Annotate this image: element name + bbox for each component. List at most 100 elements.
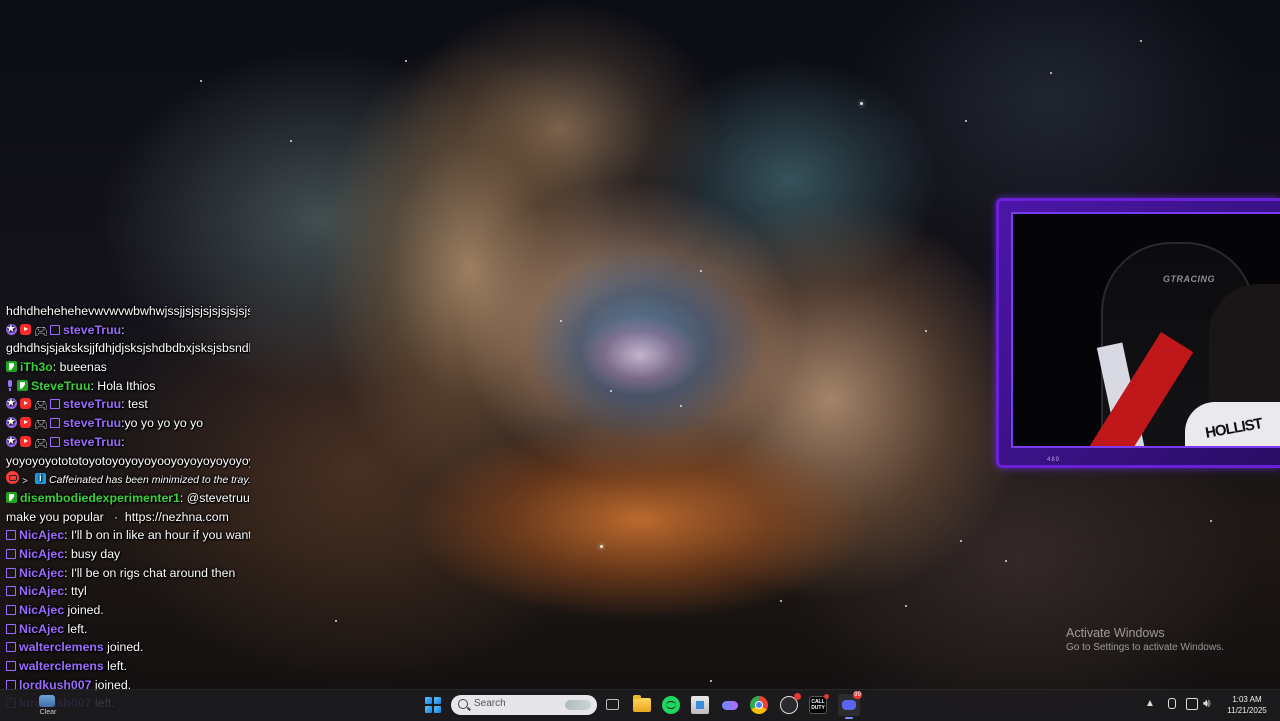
activation-title: Activate Windows (1066, 626, 1165, 640)
chrome-icon[interactable] (750, 696, 768, 714)
activation-watermark: Activate Windows Go to Settings to activ… (1066, 626, 1224, 653)
chat-message: NicAjec: busy day (6, 545, 250, 564)
twitch-badge-icon (6, 530, 16, 541)
star (680, 405, 682, 407)
chat-message: 🎮︎steveTruu: test (6, 395, 250, 414)
chat-message: NicAjec joined. (6, 601, 250, 620)
chat-text: joined. (103, 640, 144, 655)
chat-message: NicAjec: I'll b on in like an hour if yo… (6, 526, 250, 545)
cod-icon[interactable]: CALL DUTY (809, 694, 829, 714)
star (335, 620, 337, 622)
microphone-icon[interactable] (1168, 698, 1176, 709)
notification-dot (794, 693, 801, 700)
chat-username: disembodiedexperimenter1 (20, 490, 180, 505)
chat-separator: : (121, 322, 125, 337)
chat-text: ttyl (67, 584, 87, 599)
chat-text: hdhdhehehehevwvwvwbwhwjssjjsjsjsjsjsjsjs… (6, 304, 250, 318)
chat-text: joined. (64, 603, 104, 617)
game-badge-icon: 🎮︎ (34, 400, 48, 413)
chat-message: iTh3o: bueenas (6, 358, 250, 377)
chat-username: NicAjec (19, 565, 65, 580)
arrow-badge-icon: > (22, 476, 28, 488)
volume-icon[interactable]: 🔊︎ (1203, 696, 1211, 711)
chat-message: NicAjec: ttyl (6, 582, 250, 601)
task-view-icon[interactable] (604, 696, 622, 714)
chat-message: yoyoyoyotototoyotoyoyoyoyooyoyoyoyoyoyoy… (6, 452, 250, 471)
star (710, 680, 712, 682)
chat-message: disembodiedexperimenter1: @stevetruu \ (6, 489, 250, 508)
mic-badge-icon (6, 379, 14, 391)
chat-message: hdhdhehehehevwvwvwbwhwjssjjsjsjsjsjsjsjs… (6, 302, 250, 321)
chat-username: steveTruu (63, 322, 122, 337)
store-icon[interactable] (691, 696, 709, 714)
star (600, 545, 603, 548)
twitch-badge-icon (6, 642, 16, 653)
folder-icon[interactable] (633, 695, 651, 712)
obs-icon[interactable] (780, 693, 801, 714)
active-indicator (845, 717, 853, 719)
chat-message: gdhdhsjsjaksksjjfdhjdjsksjshdbdbxjsksjsb… (6, 339, 250, 358)
star (1005, 560, 1007, 562)
star-badge-icon (6, 414, 17, 432)
chat-text: make you popular · https://nezhna.com (6, 509, 229, 524)
star (925, 330, 927, 332)
network-icon[interactable] (1186, 698, 1198, 710)
windows-logo-tile (425, 706, 432, 713)
youtube-badge-icon (20, 398, 31, 410)
twitch-badge-icon (6, 661, 16, 672)
chat-message: NicAjec: I'll be on rigs chat around the… (6, 564, 250, 583)
webcam-frame-label: 489 (1047, 457, 1061, 463)
youtube-badge-icon (20, 417, 31, 429)
chat-username: walterclemens (19, 640, 104, 655)
star (1050, 72, 1052, 74)
star (700, 270, 702, 272)
windows-logo-tile (434, 697, 441, 704)
start-button[interactable] (425, 697, 441, 713)
chat-text: yo yo yo yo yo (124, 416, 204, 431)
star (405, 60, 407, 62)
discord-icon[interactable]: 99 (838, 691, 862, 719)
gamepad-icon[interactable] (721, 696, 739, 714)
search-highlight-icon (565, 700, 591, 710)
star (200, 80, 202, 82)
star (960, 540, 962, 542)
chat-text: bueenas (56, 360, 107, 375)
star-badge-icon (6, 321, 17, 338)
twitch-badge-icon (50, 399, 60, 410)
twitch-badge-icon (6, 567, 16, 578)
chat-text: I'll be on rigs chat around then (67, 565, 236, 580)
star (560, 320, 562, 322)
chat-username: NicAjec (19, 603, 65, 617)
star-badge-icon (6, 395, 17, 413)
stream-chat-overlay: hdhdhehehehevwvwvwbwhwjssjjsjsjsjsjsjsjs… (6, 302, 250, 713)
chat-text: yoyoyoyotototoyotoyoyoyoyooyoyoyoyoyoyoy… (6, 453, 250, 468)
chat-message: > Caffeinated has been minimized to the t… (6, 470, 250, 489)
weather-icon (39, 695, 55, 707)
star (610, 390, 612, 392)
chat-message: NicAjec left. (6, 620, 250, 639)
mod-badge-icon (6, 491, 17, 503)
star (965, 120, 967, 122)
mod-badge-icon (17, 379, 28, 391)
webcam-overlay: GTRACING HOLLIST 489 (996, 198, 1280, 468)
chat-text: test (124, 397, 148, 412)
chat-username: steveTruu (63, 397, 122, 412)
spotify-icon[interactable] (662, 696, 680, 714)
discord-badge: 99 (853, 691, 862, 699)
chat-text: @stevetruu \ (183, 490, 250, 505)
taskbar-search-box[interactable]: Search (451, 695, 597, 715)
chat-message: 🎮︎steveTruu:yo yo yo yo yo (6, 414, 250, 433)
star-badge-icon (6, 433, 17, 451)
cod-label: CALL DUTY (811, 699, 825, 711)
search-icon (458, 699, 468, 709)
webcam-feed: GTRACING HOLLIST (1011, 212, 1280, 448)
star (780, 600, 782, 602)
chat-username: walterclemens (19, 659, 104, 674)
search-placeholder: Search (474, 698, 506, 709)
weather-widget[interactable]: Clear (30, 693, 66, 719)
chevron-up-icon[interactable]: ▲ (1145, 698, 1155, 709)
system-clock[interactable]: 1:03 AM 11/21/2025 (1222, 694, 1272, 716)
chat-separator: : (121, 434, 125, 449)
chat-message: SteveTruu: Hola Ithios (6, 377, 250, 396)
star (860, 102, 863, 105)
